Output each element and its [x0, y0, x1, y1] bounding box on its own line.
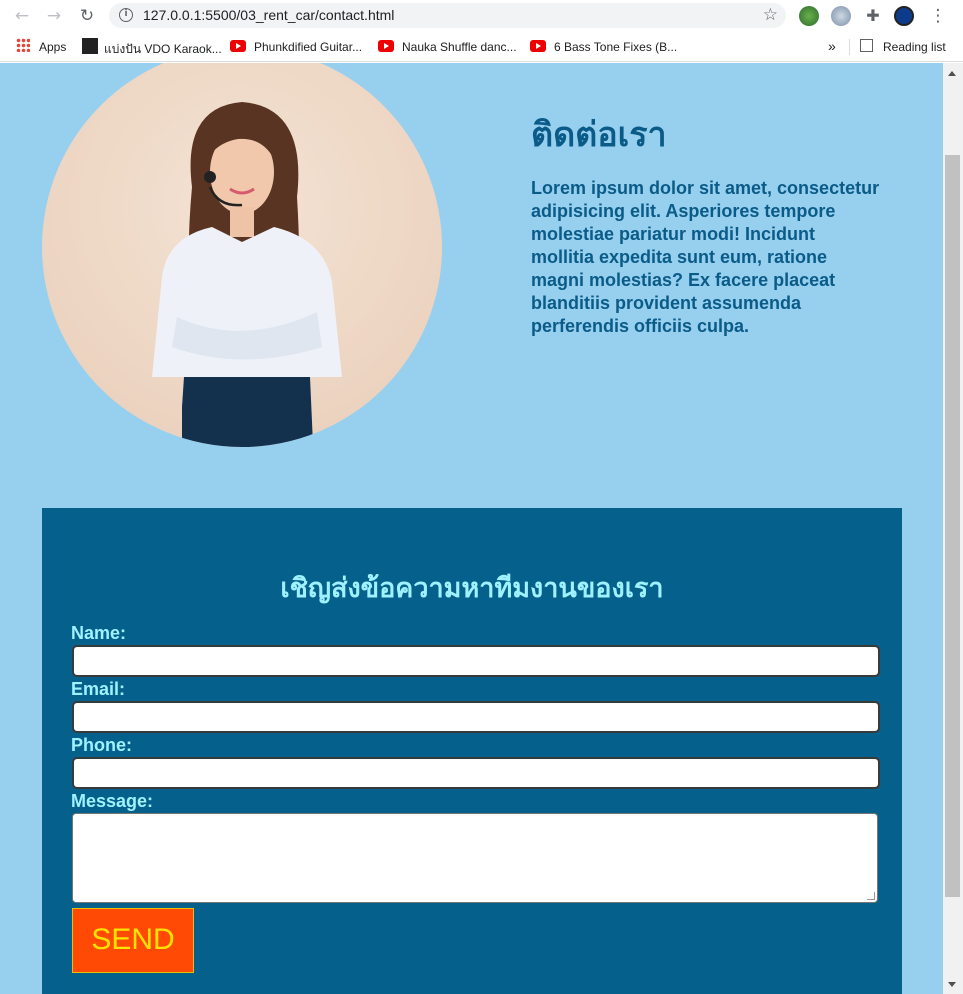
- address-bar[interactable]: i 127.0.0.1:5500/03_rent_car/contact.htm…: [109, 3, 786, 28]
- reading-list[interactable]: Reading list: [883, 40, 946, 54]
- extension-globe-icon[interactable]: [799, 6, 819, 26]
- bookmark-star-icon[interactable]: ☆: [763, 5, 778, 25]
- puzzle-icon[interactable]: ✚: [863, 6, 883, 26]
- profile-avatar[interactable]: [894, 6, 914, 26]
- bookmark-karaoke[interactable]: แบ่งปัน VDO Karaok...: [104, 40, 222, 59]
- message-textarea[interactable]: [72, 813, 878, 903]
- name-label: Name:: [71, 623, 127, 643]
- contact-person-photo: [42, 63, 442, 447]
- scroll-down-arrow-icon[interactable]: [948, 982, 956, 987]
- bookmark-bass[interactable]: 6 Bass Tone Fixes (B...: [554, 40, 677, 54]
- email-input[interactable]: [72, 701, 880, 733]
- phone-input[interactable]: [72, 757, 880, 789]
- contact-form: เชิญส่งข้อความหาทีมงานของเรา Name: Email…: [42, 508, 902, 994]
- bookmark-guitar[interactable]: Phunkdified Guitar...: [254, 40, 362, 54]
- bookmark-shuffle[interactable]: Nauka Shuffle danc...: [402, 40, 517, 54]
- scroll-up-arrow-icon[interactable]: [948, 71, 956, 76]
- back-icon[interactable]: ←: [10, 5, 34, 27]
- youtube-icon: [230, 40, 246, 52]
- apps-grid-icon: [16, 38, 30, 52]
- name-input[interactable]: [72, 645, 880, 677]
- karaoke-icon: [82, 38, 98, 54]
- bookmark-divider: [849, 39, 850, 55]
- person-illustration: [152, 102, 342, 447]
- scrollbar-thumb[interactable]: [945, 155, 960, 897]
- youtube-icon: [378, 40, 394, 52]
- page-title: ติดต่อเรา: [531, 115, 667, 155]
- bookmark-apps[interactable]: Apps: [39, 40, 66, 54]
- browser-toolbar: ← → ↻ i 127.0.0.1:5500/03_rent_car/conta…: [0, 0, 963, 32]
- email-label: Email:: [71, 679, 126, 699]
- reload-icon[interactable]: ↻: [75, 5, 99, 27]
- menu-icon[interactable]: ⋮: [926, 5, 950, 27]
- form-title: เชิญส่งข้อความหาทีมงานของเรา: [280, 573, 664, 604]
- extension-icon[interactable]: [831, 6, 851, 26]
- url-text[interactable]: 127.0.0.1:5500/03_rent_car/contact.html: [143, 7, 394, 23]
- forward-icon[interactable]: →: [42, 5, 66, 27]
- phone-label: Phone:: [71, 735, 132, 755]
- send-button[interactable]: SEND: [72, 908, 194, 973]
- more-bookmarks-icon[interactable]: »: [828, 38, 836, 54]
- page-content: ติดต่อเรา Lorem ipsum dolor sit amet, co…: [0, 63, 943, 994]
- reading-list-icon: [860, 39, 873, 52]
- message-label: Message:: [71, 791, 154, 811]
- youtube-icon: [530, 40, 546, 52]
- bookmarks-bar: Apps แบ่งปัน VDO Karaok... Phunkdified G…: [0, 32, 963, 62]
- intro-text: Lorem ipsum dolor sit amet, consectetur …: [531, 178, 880, 336]
- page-scrollbar[interactable]: [943, 63, 963, 994]
- site-info-icon[interactable]: i: [119, 8, 133, 22]
